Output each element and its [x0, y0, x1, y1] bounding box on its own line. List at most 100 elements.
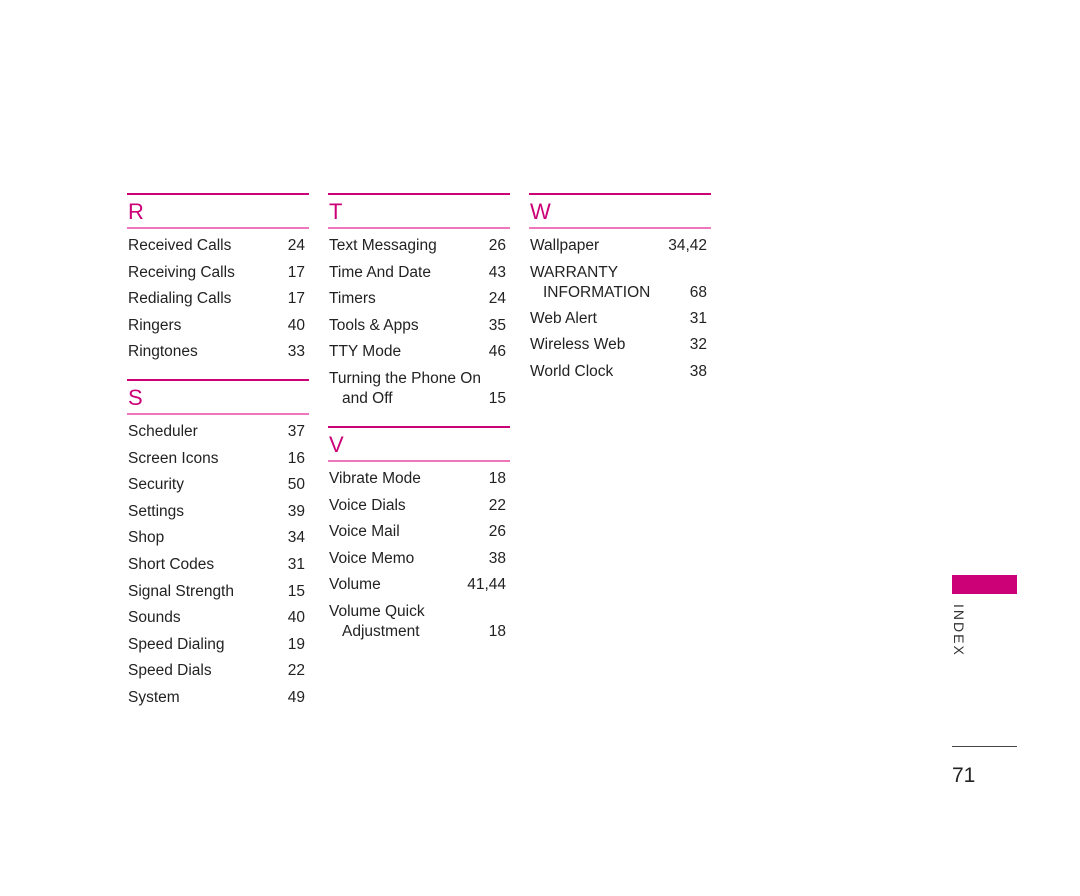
index-entry: Voice Mail 26	[328, 522, 510, 549]
index-entry: Received Calls 24	[127, 236, 309, 263]
entry-page-number: 46	[488, 343, 506, 361]
page-number-rule	[952, 746, 1017, 747]
index-entry: Wireless Web 32	[529, 335, 711, 362]
entry-page-number: 17	[287, 263, 305, 281]
index-section-w: W Wallpaper 34,42 WARRANTY INFORMATION 68 Web…	[529, 193, 711, 388]
index-entry: Receiving Calls 17	[127, 263, 309, 290]
index-entry: System 49	[127, 688, 309, 715]
entry-label: World Clock	[530, 362, 614, 380]
entry-page-number: 22	[488, 496, 506, 514]
entry-page-number: 19	[287, 635, 305, 653]
entry-label: WARRANTY	[530, 263, 619, 281]
section-header: R	[127, 193, 309, 229]
entry-label: Ringtones	[128, 343, 198, 361]
entry-page-number: 31	[287, 555, 305, 573]
index-entry: World Clock 38	[529, 362, 711, 389]
entry-page-number: 68	[689, 283, 707, 301]
entry-page-number: 37	[287, 423, 305, 440]
entry-page-number: 40	[287, 609, 305, 627]
entry-page-number: 18	[488, 470, 506, 487]
entry-page-number: 31	[689, 309, 707, 327]
index-entry: Voice Memo 38	[328, 549, 510, 576]
section-header: S	[127, 379, 309, 415]
entry-label-continued: INFORMATION	[543, 283, 651, 301]
index-entry: Redialing Calls 17	[127, 289, 309, 316]
entry-list: Vibrate Mode 18 Voice Dials 22 Voice Mail 26 V…	[328, 462, 510, 648]
index-entry: Scheduler 37	[127, 422, 309, 449]
index-entry: Speed Dials 22	[127, 661, 309, 688]
index-entry: Sounds 40	[127, 608, 309, 635]
entry-page-number: 34	[287, 529, 305, 547]
entry-label: Speed Dials	[128, 662, 212, 680]
entry-label: Settings	[128, 502, 185, 520]
entry-page-number: 40	[287, 316, 305, 334]
index-entry: Voice Dials 22	[328, 496, 510, 523]
section-letter: T	[329, 199, 343, 224]
index-entry: Volume Quick Adjustment 18	[328, 602, 510, 648]
index-entry: Tools & Apps 35	[328, 316, 510, 343]
entry-label: Signal Strength	[128, 582, 234, 600]
entry-list: Wallpaper 34,42 WARRANTY INFORMATION 68 Web A…	[529, 229, 711, 388]
entry-label: TTY Mode	[329, 343, 402, 361]
entry-page-number: 22	[287, 662, 305, 680]
entry-label: Volume Quick	[329, 602, 425, 620]
entry-label: Receiving Calls	[128, 263, 235, 281]
index-tab-label: INDEX	[951, 604, 967, 657]
index-entry: Shop 34	[127, 528, 309, 555]
index-entry: Vibrate Mode 18	[328, 469, 510, 496]
index-entry: Text Messaging 26	[328, 236, 510, 263]
entry-label: Short Codes	[128, 555, 215, 573]
entry-label: System	[128, 688, 180, 706]
entry-page-number: 16	[287, 449, 305, 467]
entry-page-number: 26	[488, 523, 506, 541]
index-tab-marker	[952, 575, 1017, 594]
page-number: 71	[952, 764, 976, 787]
index-entry: Signal Strength 15	[127, 582, 309, 609]
entry-page-number: 17	[287, 290, 305, 308]
section-header: V	[328, 426, 510, 462]
entry-label: Vibrate Mode	[329, 470, 421, 487]
entry-page-number: 34,42	[668, 237, 707, 254]
entry-label: Turning the Phone On	[329, 369, 481, 387]
entry-label: Voice Memo	[329, 549, 415, 567]
entry-label: Timers	[329, 290, 376, 308]
entry-label: Speed Dialing	[128, 635, 225, 653]
entry-label: Shop	[128, 529, 165, 547]
entry-page-number: 35	[488, 316, 506, 334]
entry-label: Wireless Web	[530, 336, 626, 354]
index-entry: TTY Mode 46	[328, 342, 510, 369]
entry-label: Redialing Calls	[128, 290, 232, 308]
index-section-s: S Scheduler 37 Screen Icons 16 Security 50 Set…	[127, 379, 309, 715]
entry-page-number: 32	[689, 336, 707, 354]
section-letter: V	[329, 432, 344, 457]
entry-label-continued: and Off	[342, 389, 393, 407]
index-entry: Short Codes 31	[127, 555, 309, 582]
entry-page-number: 18	[488, 622, 506, 640]
entry-page-number: 33	[287, 343, 305, 361]
entry-list: Text Messaging 26 Time And Date 43 Timers 24 T…	[328, 229, 510, 415]
index-entry: Volume 41,44	[328, 575, 510, 602]
index-entry: Turning the Phone On and Off 15	[328, 369, 510, 415]
entry-page-number: 43	[488, 263, 506, 281]
index-entry: Ringers 40	[127, 316, 309, 343]
index-entry: Settings 39	[127, 502, 309, 529]
entry-label: Voice Mail	[329, 523, 400, 541]
entry-label: Screen Icons	[128, 449, 219, 467]
entry-label: Ringers	[128, 316, 182, 334]
entry-page-number: 24	[488, 290, 506, 308]
section-letter: R	[128, 199, 144, 224]
index-entry: Wallpaper 34,42	[529, 236, 711, 263]
entry-page-number: 26	[488, 237, 506, 254]
entry-label-continued: Adjustment	[342, 622, 420, 640]
index-section-v: V Vibrate Mode 18 Voice Dials 22 Voice Mail 2…	[328, 426, 510, 648]
entry-page-number: 39	[287, 502, 305, 520]
section-header: W	[529, 193, 711, 229]
index-section-t: T Text Messaging 26 Time And Date 43 Timers 2…	[328, 193, 510, 415]
index-section-r: R Received Calls 24 Receiving Calls 17 Redia…	[127, 193, 309, 369]
entry-page-number: 15	[287, 582, 305, 600]
section-letter: W	[530, 199, 551, 224]
entry-label: Scheduler	[128, 423, 198, 440]
section-header: T	[328, 193, 510, 229]
entry-label: Web Alert	[530, 309, 597, 327]
entry-label: Tools & Apps	[329, 316, 419, 334]
